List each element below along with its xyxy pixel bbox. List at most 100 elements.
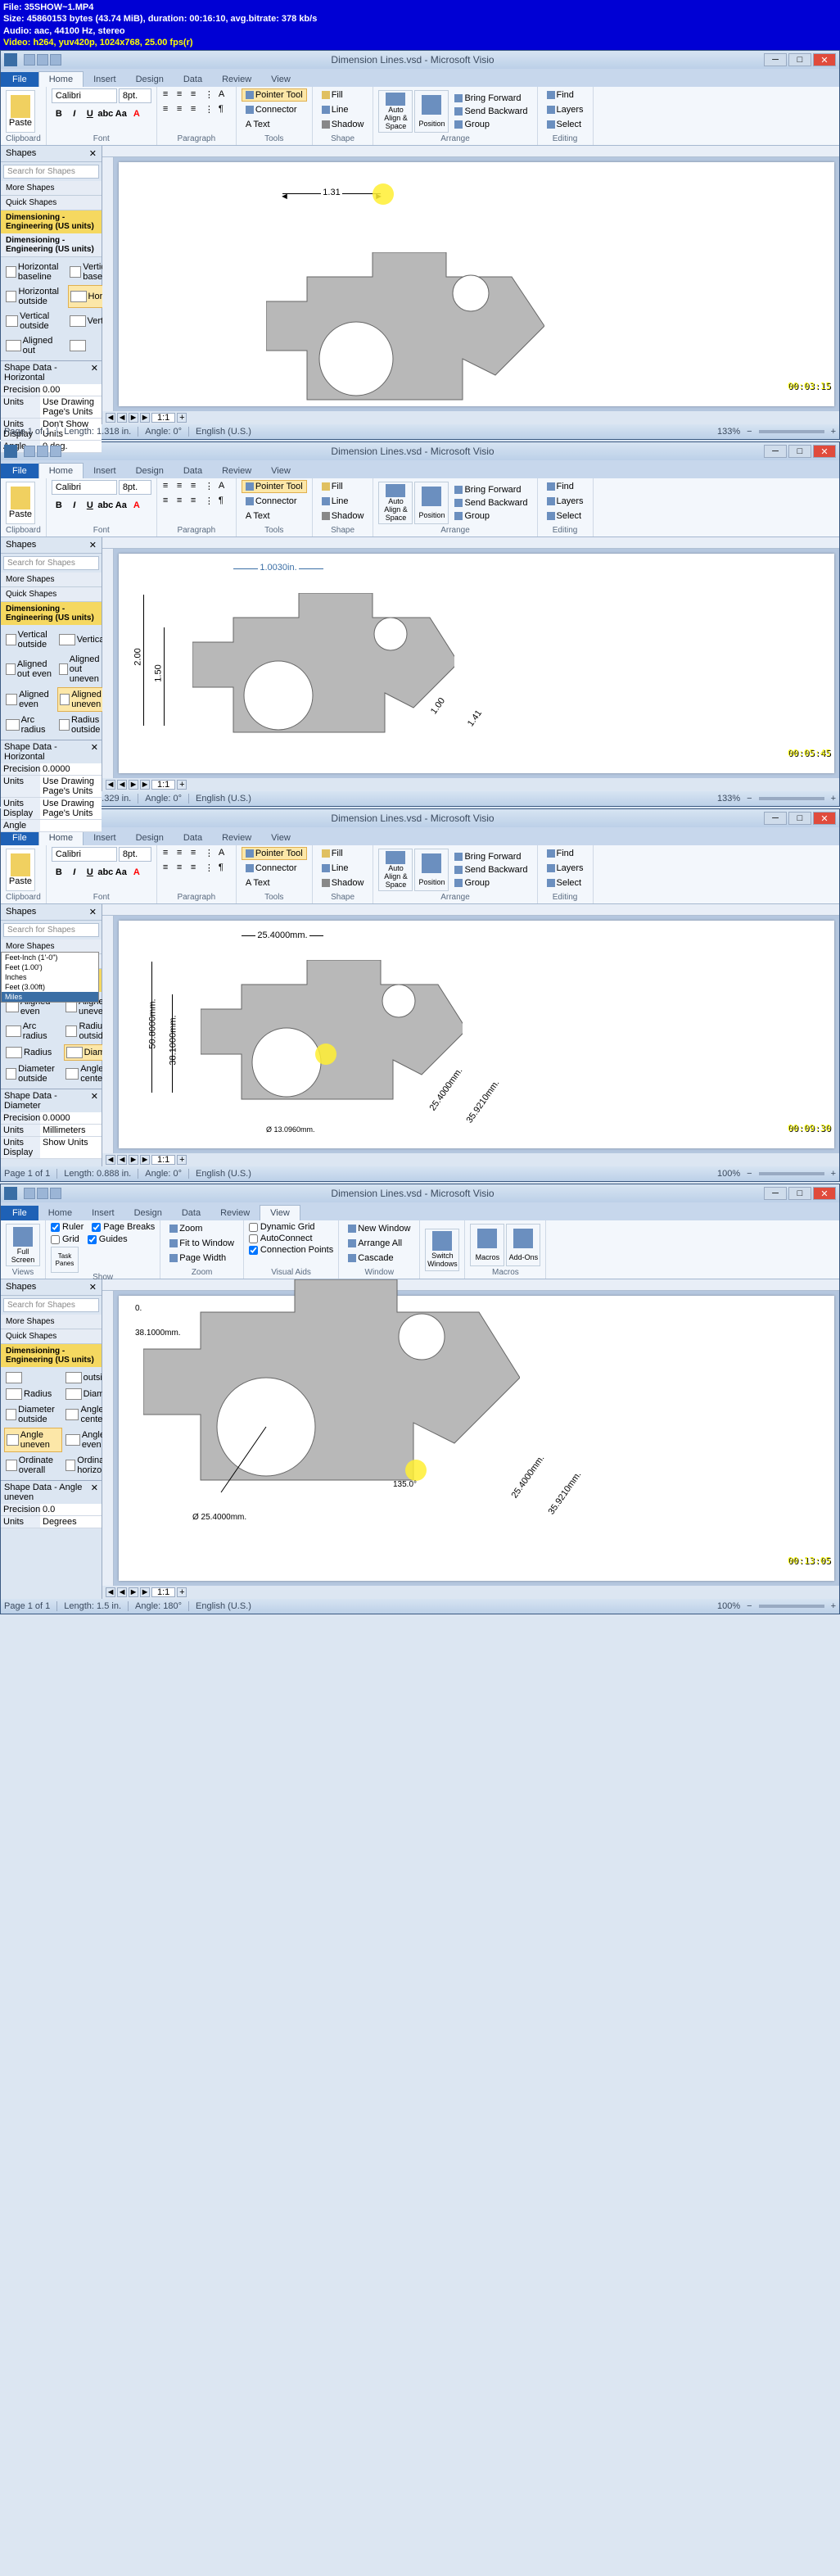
data-row[interactable]: Units DisplayShow Units [1, 1137, 102, 1159]
file-audio: Audio: aac, 44100 Hz, stereo [3, 25, 837, 37]
shape-item[interactable]: Radius [4, 1387, 62, 1401]
close-button[interactable]: ✕ [813, 53, 836, 66]
guides-checkbox[interactable]: Guides [88, 1234, 128, 1244]
zoom-slider[interactable] [759, 430, 824, 433]
dynamic-grid-checkbox[interactable]: Dynamic Grid [249, 1222, 315, 1232]
more-shapes[interactable]: More Shapes [1, 181, 102, 196]
font-size-combo[interactable] [119, 88, 151, 103]
data-row[interactable]: Precision0.0 [1, 1504, 102, 1516]
maximize-button[interactable]: □ [788, 53, 811, 66]
shape-item[interactable]: Arc radius [4, 713, 56, 736]
select-button[interactable]: Select [543, 118, 586, 131]
text-tool-button[interactable]: A Text [242, 118, 274, 131]
data-row[interactable]: UnitsDegrees [1, 1516, 102, 1528]
font-size-up[interactable]: Aa [114, 106, 129, 121]
send-backward-button[interactable]: Send Backward [450, 105, 531, 118]
ruler-checkbox[interactable]: Ruler [51, 1222, 84, 1232]
align-center-icon[interactable]: ≡ [176, 88, 189, 102]
italic-button[interactable]: I [67, 106, 82, 121]
shape-item[interactable]: Aligned out [4, 334, 66, 357]
find-button[interactable]: Find [543, 88, 578, 102]
bring-forward-button[interactable]: Bring Forward [450, 92, 531, 105]
data-tab[interactable]: Data [174, 72, 212, 87]
font-name-combo[interactable] [52, 88, 117, 103]
addons-button[interactable]: Add-Ons [506, 1224, 540, 1266]
data-row[interactable]: UnitsUse Drawing Page's Units [1, 776, 102, 798]
font-label: Font [52, 134, 151, 143]
app-icon [4, 53, 17, 66]
grid-checkbox[interactable]: Grid [51, 1234, 79, 1244]
task-panes-button[interactable]: Task Panes [51, 1247, 79, 1273]
design-tab[interactable]: Design [126, 72, 174, 87]
shape-item[interactable] [4, 1370, 62, 1385]
autoconnect-checkbox[interactable]: AutoConnect [249, 1234, 313, 1243]
new-window-button[interactable]: New Window [344, 1222, 414, 1235]
group-button[interactable]: Group [450, 118, 531, 131]
paste-button[interactable]: Paste [6, 90, 35, 133]
align-right-icon[interactable]: ≡ [190, 88, 203, 102]
shapes-header: Shapes [6, 148, 36, 159]
part-shape [266, 252, 544, 424]
data-row[interactable]: Precision0.0000 [1, 1112, 102, 1125]
fit-window-button[interactable]: Fit to Window [165, 1237, 238, 1250]
shape-item[interactable]: Diameter outside [4, 1062, 62, 1085]
position-button[interactable]: Position [414, 90, 449, 133]
zoom-button[interactable]: Zoom [165, 1222, 206, 1235]
data-row[interactable]: Precision0.0000 [1, 763, 102, 776]
data-row[interactable]: UnitsUse Drawing Page's Units [1, 396, 102, 419]
zoom-level[interactable]: 133% [717, 427, 740, 437]
shape-item[interactable]: Vertical outside [4, 310, 66, 333]
arrange-all-button[interactable]: Arrange All [344, 1237, 406, 1250]
strike-button[interactable]: abc [98, 106, 113, 121]
pointer-tool-button[interactable]: Pointer Tool [242, 88, 307, 102]
data-row[interactable]: Precision0.00 [1, 384, 102, 396]
shape-item[interactable]: Arc radius [4, 1020, 62, 1043]
file-tab[interactable]: File [1, 72, 38, 87]
shapes-close-icon[interactable]: ✕ [89, 148, 97, 159]
connector-tool-button[interactable]: Connector [242, 103, 301, 116]
bold-button[interactable]: B [52, 106, 66, 121]
insert-tab[interactable]: Insert [84, 72, 126, 87]
sheet-tab[interactable]: 1:1 [151, 413, 175, 423]
data-row[interactable]: UnitsMillimeters [1, 1125, 102, 1137]
shape-item[interactable]: Radius [4, 1044, 62, 1061]
shape-item[interactable]: Diameter outside [4, 1403, 62, 1426]
indent-icon[interactable]: A [218, 88, 231, 102]
line-button[interactable]: Line [318, 103, 353, 116]
align-left-icon[interactable]: ≡ [162, 88, 175, 102]
bullets-icon[interactable]: ⋮ [204, 88, 217, 102]
shapes-search[interactable]: Search for Shapes [3, 165, 99, 179]
shape-item[interactable]: Vertical outside [4, 628, 56, 651]
shape-item[interactable]: Horizontal outside [4, 285, 66, 308]
data-row[interactable]: Angle [1, 820, 102, 832]
review-tab[interactable]: Review [212, 72, 261, 87]
autoalign-button[interactable]: Auto Align & Space [378, 90, 413, 133]
quick-access-toolbar[interactable] [24, 54, 61, 66]
connection-points-checkbox[interactable]: Connection Points [249, 1245, 333, 1255]
shape-item[interactable]: Angle uneven [4, 1428, 62, 1452]
shape-item[interactable]: Aligned even [4, 687, 56, 712]
shape-item[interactable]: Horizontal baseline [4, 260, 66, 283]
home-tab[interactable]: Home [38, 71, 84, 87]
minimize-button[interactable]: ─ [764, 53, 787, 66]
font-color[interactable]: A [129, 106, 144, 121]
switch-windows-button[interactable]: Switch Windows [425, 1229, 459, 1271]
pagebreaks-checkbox[interactable]: Page Breaks [92, 1222, 155, 1232]
stencil-header[interactable]: Dimensioning - Engineering (US units) [1, 211, 102, 233]
shape-item[interactable]: Ordinate overall [4, 1454, 62, 1477]
fill-button[interactable]: Fill [318, 88, 347, 102]
view-tab[interactable]: View [261, 72, 300, 87]
cascade-button[interactable]: Cascade [344, 1252, 397, 1265]
macros-button[interactable]: Macros [470, 1224, 504, 1266]
shape-item[interactable]: Aligned out even [4, 653, 56, 686]
file-size: Size: 45860153 bytes (43.74 MiB), durati… [3, 13, 837, 25]
layers-button[interactable]: Layers [543, 103, 588, 116]
quick-shapes[interactable]: Quick Shapes [1, 196, 102, 211]
page-width-button[interactable]: Page Width [165, 1252, 230, 1265]
full-screen-button[interactable]: Full Screen [6, 1224, 40, 1266]
paragraph-label: Paragraph [162, 134, 231, 143]
shadow-button[interactable]: Shadow [318, 118, 368, 131]
underline-button[interactable]: U [83, 106, 97, 121]
drawing-canvas[interactable]: ◄1.31► 00:03:15 [119, 162, 834, 406]
data-row[interactable]: Units DisplayUse Drawing Page's Units [1, 798, 102, 820]
